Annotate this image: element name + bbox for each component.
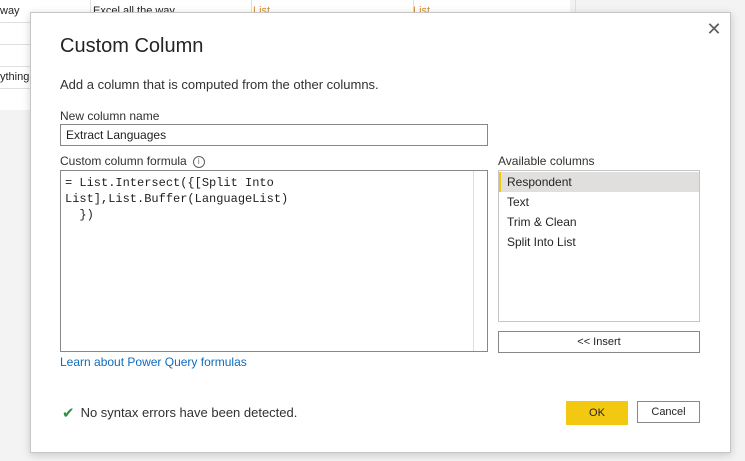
column-item-trim-clean[interactable]: Trim & Clean: [499, 212, 699, 232]
formula-scrollbar[interactable]: [473, 171, 487, 351]
formula-text[interactable]: = List.Intersect({[Split Into List],List…: [65, 175, 467, 223]
syntax-status: ✔ No syntax errors have been detected.: [62, 404, 297, 422]
info-icon[interactable]: i: [192, 156, 205, 168]
dialog-title: Custom Column: [60, 35, 204, 57]
new-column-name-label: New column name: [60, 109, 160, 123]
column-item-respondent[interactable]: Respondent: [499, 172, 699, 192]
close-icon[interactable]: ✕: [703, 19, 725, 41]
column-item-text[interactable]: Text: [499, 192, 699, 212]
dialog-description: Add a column that is computed from the o…: [60, 77, 379, 92]
learn-formulas-link[interactable]: Learn about Power Query formulas: [60, 355, 247, 369]
cancel-button[interactable]: Cancel: [637, 401, 700, 423]
custom-column-dialog: ✕ Custom Column Add a column that is com…: [30, 12, 731, 453]
ok-button[interactable]: OK: [566, 401, 628, 425]
formula-editor[interactable]: = List.Intersect({[Split Into List],List…: [60, 170, 488, 352]
available-columns-label: Available columns: [498, 154, 595, 168]
checkmark-icon: ✔: [62, 405, 75, 422]
new-column-name-input[interactable]: Extract Languages: [60, 124, 488, 146]
column-item-split-into-list[interactable]: Split Into List: [499, 232, 699, 252]
available-columns-list: Respondent Text Trim & Clean Split Into …: [498, 170, 700, 322]
status-text: No syntax errors have been detected.: [80, 405, 298, 420]
insert-button[interactable]: << Insert: [498, 331, 700, 353]
formula-label-row: Custom column formula i: [60, 154, 205, 168]
formula-label: Custom column formula: [60, 154, 187, 168]
